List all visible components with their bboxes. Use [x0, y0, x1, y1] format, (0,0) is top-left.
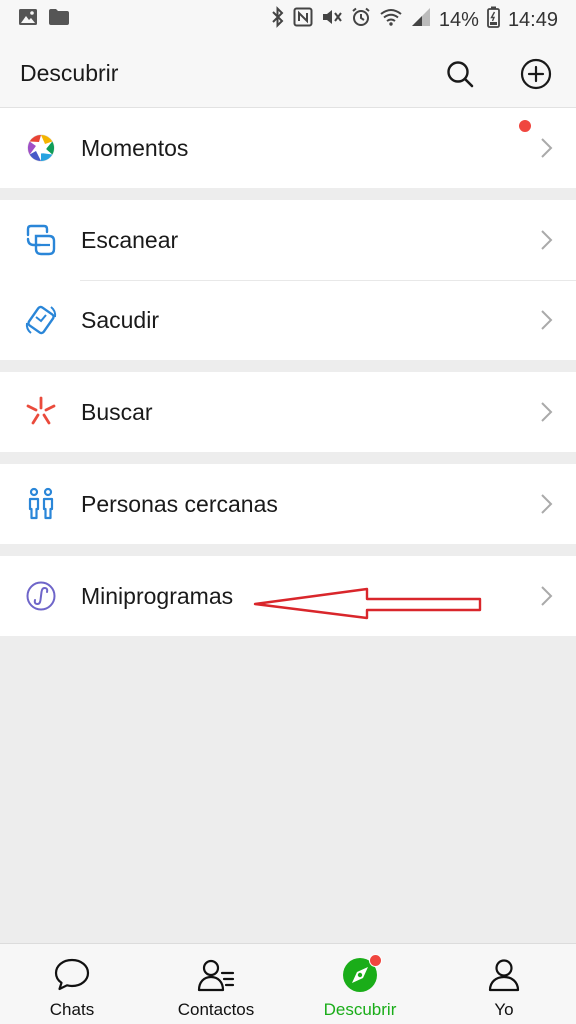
notification-dot [518, 119, 532, 133]
menu-group-scan-shake: Escanear Sacudir [0, 200, 576, 360]
menu-item-label: Sacudir [81, 306, 159, 333]
tab-descubrir[interactable]: Descubrir [288, 944, 432, 1024]
menu-item-buscar[interactable]: Buscar [0, 372, 576, 452]
shake-icon [24, 303, 58, 337]
menu-item-sacudir[interactable]: Sacudir [0, 280, 576, 360]
chat-bubble-icon [52, 956, 92, 994]
menu-item-label: Personas cercanas [81, 490, 278, 517]
clock: 14:49 [507, 8, 558, 31]
chevron-right-icon [541, 494, 553, 514]
image-icon [18, 8, 38, 32]
status-bar: 14% 14:49 [0, 0, 576, 40]
nfc-icon [293, 7, 313, 33]
tab-contactos[interactable]: Contactos [144, 944, 288, 1024]
chevron-right-icon [541, 230, 553, 250]
tab-label: Descubrir [323, 1000, 397, 1019]
menu-item-label: Momentos [81, 134, 189, 161]
person-icon [484, 956, 524, 994]
menu-group-nearby: Personas cercanas [0, 464, 576, 544]
mute-vibrate-icon [321, 7, 343, 33]
alarm-icon [351, 7, 371, 33]
page-title: Descubrir [20, 60, 119, 86]
contacts-icon [196, 956, 236, 994]
mini-program-icon [24, 579, 58, 613]
menu-item-label: Buscar [81, 398, 153, 425]
tab-label: Yo [494, 1000, 514, 1019]
chevron-right-icon [541, 402, 553, 422]
tab-label: Contactos [177, 1000, 255, 1019]
tab-chats[interactable]: Chats [0, 944, 144, 1024]
people-nearby-icon [24, 487, 58, 521]
menu-item-escanear[interactable]: Escanear [0, 200, 576, 280]
menu-item-label: Escanear [81, 226, 179, 253]
wifi-icon [379, 7, 403, 33]
menu-item-momentos[interactable]: Momentos [0, 108, 576, 188]
notification-dot [369, 954, 382, 967]
scan-icon [24, 223, 58, 257]
moments-thumbnail [480, 119, 532, 171]
menu-item-label: Miniprogramas [81, 582, 234, 609]
menu-item-personas-cercanas[interactable]: Personas cercanas [0, 464, 576, 544]
menu-group-search: Buscar [0, 372, 576, 452]
bottom-tab-bar: Chats Contactos Descubrir Yo [0, 943, 576, 1024]
discover-menu: Momentos Escanear Sacudir Buscar Persona… [0, 108, 576, 648]
battery-percent: 14% [438, 8, 479, 31]
bluetooth-icon [271, 6, 285, 34]
burst-icon [24, 395, 58, 429]
menu-group-moments: Momentos [0, 108, 576, 188]
tab-yo[interactable]: Yo [432, 944, 576, 1024]
add-circle-icon[interactable] [520, 58, 552, 90]
folder-icon [48, 8, 70, 32]
menu-group-miniprograms: Miniprogramas [0, 556, 576, 636]
tab-label: Chats [49, 1000, 95, 1019]
aperture-icon [24, 131, 58, 165]
search-icon[interactable] [444, 58, 476, 90]
menu-item-miniprogramas[interactable]: Miniprogramas [0, 556, 576, 636]
signal-icon [411, 7, 431, 33]
compass-icon [340, 954, 382, 994]
chevron-right-icon [541, 138, 553, 158]
chevron-right-icon [541, 586, 553, 606]
app-header: Descubrir [0, 40, 576, 108]
chevron-right-icon [541, 310, 553, 330]
battery-icon [487, 6, 500, 34]
